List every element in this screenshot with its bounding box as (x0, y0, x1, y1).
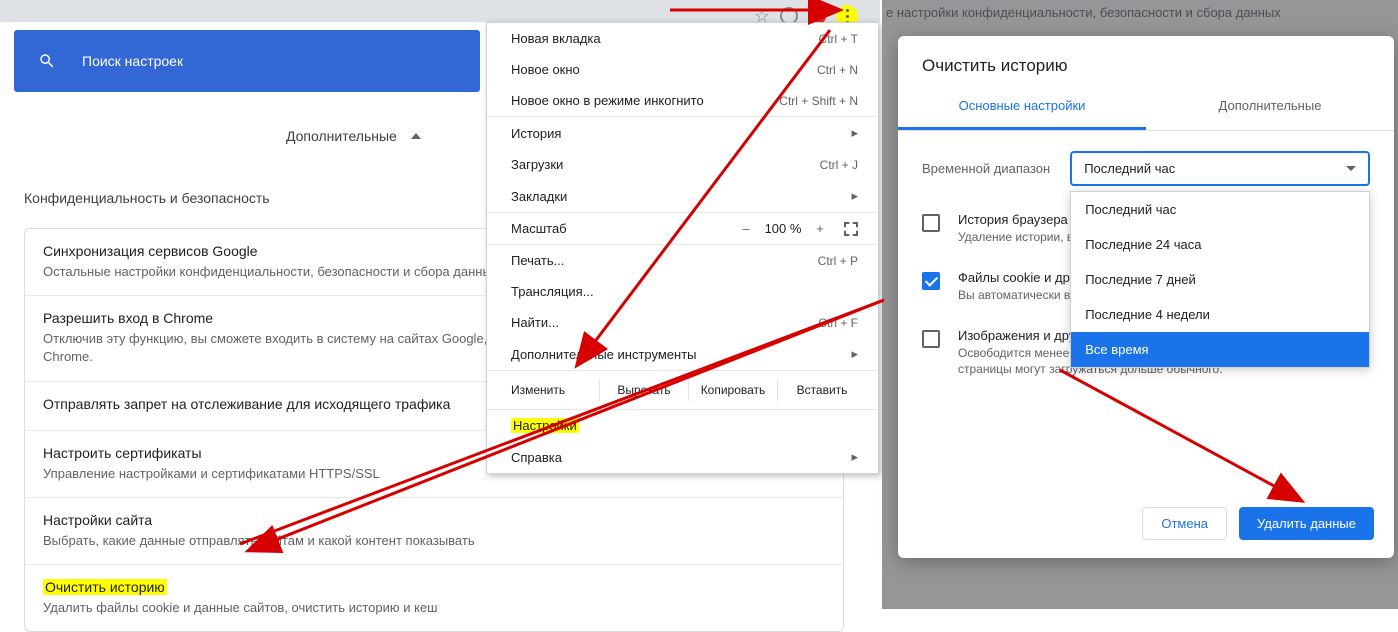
menu-zoom: Масштаб – 100 % + (487, 213, 878, 244)
section-title: Конфиденциальность и безопасность (24, 190, 270, 206)
option-all-time[interactable]: Все время (1071, 332, 1369, 367)
menu-history[interactable]: История▸ (487, 117, 878, 149)
menu-help[interactable]: Справка▸ (487, 441, 878, 473)
zoom-plus[interactable]: + (808, 221, 832, 236)
menu-tools[interactable]: Дополнительные инструменты▸ (487, 338, 878, 370)
cancel-button[interactable]: Отмена (1142, 507, 1227, 540)
chevron-right-icon: ▸ (851, 188, 858, 204)
option-24h[interactable]: Последние 24 часа (1071, 227, 1369, 262)
menu-new-tab[interactable]: Новая вкладкаCtrl + T (487, 23, 878, 54)
chrome-dropdown-menu: Новая вкладкаCtrl + T Новое окноCtrl + N… (486, 22, 879, 474)
settings-search-bar[interactable]: Поиск настроек (14, 30, 480, 92)
clear-history-dialog: Очистить историю Основные настройки Допо… (898, 36, 1394, 558)
option-7d[interactable]: Последние 7 дней (1071, 262, 1369, 297)
chevron-right-icon: ▸ (851, 125, 858, 141)
dialog-title: Очистить историю (898, 36, 1394, 84)
zoom-minus[interactable]: – (734, 221, 758, 236)
checkbox-icon (922, 214, 940, 232)
time-range-dropdown[interactable]: Последний час (1070, 151, 1370, 186)
menu-incognito[interactable]: Новое окно в режиме инкогнитоCtrl + Shif… (487, 85, 878, 116)
menu-downloads[interactable]: ЗагрузкиCtrl + J (487, 149, 878, 180)
option-4w[interactable]: Последние 4 недели (1071, 297, 1369, 332)
caret-down-icon (1346, 166, 1356, 171)
fullscreen-icon[interactable] (844, 222, 858, 236)
checkbox-icon-checked (922, 272, 940, 290)
menu-print[interactable]: Печать...Ctrl + P (487, 245, 878, 276)
menu-copy[interactable]: Копировать (688, 379, 777, 401)
tab-basic[interactable]: Основные настройки (898, 84, 1146, 130)
option-hour[interactable]: Последний час (1071, 192, 1369, 227)
menu-find[interactable]: Найти...Ctrl + F (487, 307, 878, 338)
time-range-label: Временной диапазон (922, 161, 1050, 176)
caret-up-icon (411, 133, 421, 139)
menu-settings[interactable]: Настройки (487, 410, 878, 441)
menu-paste[interactable]: Вставить (777, 379, 866, 401)
menu-cut[interactable]: Вырезать (599, 379, 688, 401)
menu-new-window[interactable]: Новое окноCtrl + N (487, 54, 878, 85)
checkbox-icon (922, 330, 940, 348)
advanced-toggle[interactable]: Дополнительные (286, 128, 421, 144)
chevron-right-icon: ▸ (851, 449, 858, 465)
delete-data-button[interactable]: Удалить данные (1239, 507, 1374, 540)
chevron-right-icon: ▸ (851, 346, 858, 362)
settings-row-clear[interactable]: Очистить историю Удалить файлы cookie и … (25, 565, 843, 631)
time-range-list: Последний час Последние 24 часа Последни… (1070, 191, 1370, 368)
menu-cast[interactable]: Трансляция... (487, 276, 878, 307)
settings-row-site[interactable]: Настройки сайта Выбрать, какие данные от… (25, 498, 843, 565)
search-placeholder: Поиск настроек (82, 53, 183, 69)
search-icon (38, 52, 56, 70)
tab-advanced[interactable]: Дополнительные (1146, 84, 1394, 130)
browser-bar (0, 0, 880, 22)
menu-bookmarks[interactable]: Закладки▸ (487, 180, 878, 212)
menu-edit-row: Изменить Вырезать Копировать Вставить (487, 371, 878, 409)
